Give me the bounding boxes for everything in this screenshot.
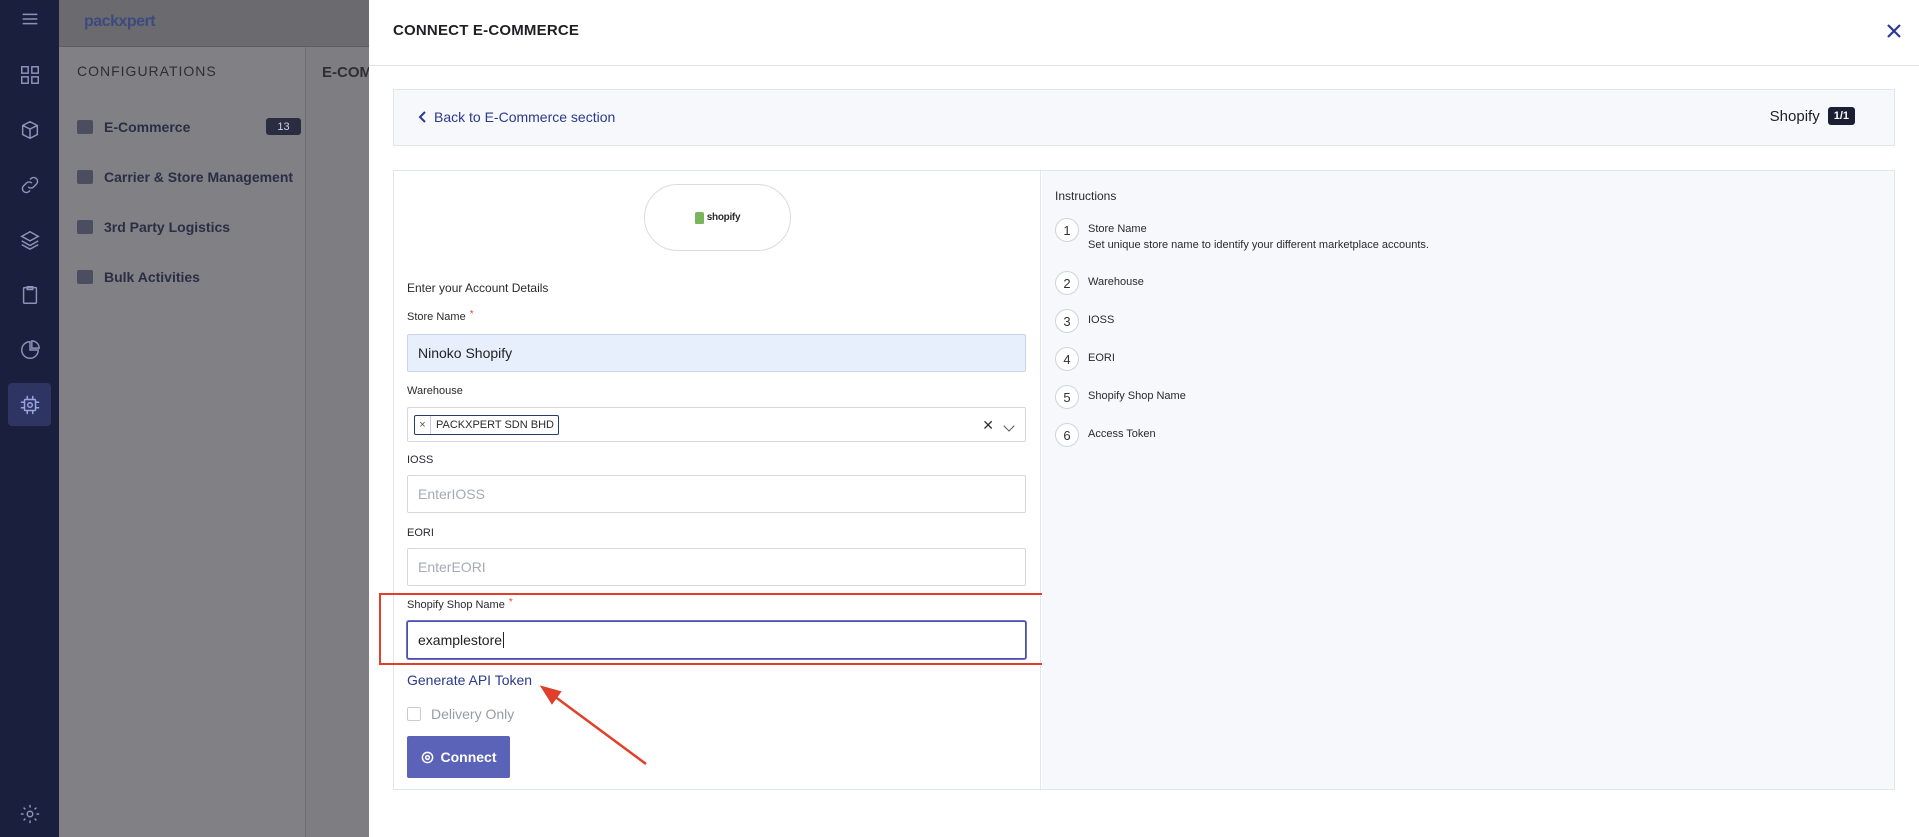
store-name-value: Ninoko Shopify: [418, 345, 513, 361]
connect-ecommerce-modal: CONNECT E-COMMERCE Back to E-Commerce se…: [369, 0, 1919, 837]
chevron-left-icon: [418, 111, 426, 123]
close-icon: [1887, 24, 1901, 38]
step-number: 5: [1055, 385, 1079, 409]
instruction-step: 4 EORI: [1055, 347, 1115, 371]
instructions-panel: Instructions 1 Store Name Set unique sto…: [1042, 171, 1894, 789]
ecommerce-icon: [77, 120, 93, 134]
platform-name: Shopify: [1769, 107, 1820, 125]
instruction-step: 3 IOSS: [1055, 309, 1114, 333]
layers-icon[interactable]: [17, 227, 42, 252]
step-number: 1: [1055, 218, 1079, 242]
required-marker: *: [508, 597, 513, 608]
platform-indicator: Shopify 1/1: [1770, 107, 1855, 125]
page-indicator-badge: 1/1: [1827, 107, 1855, 125]
dashboard-icon[interactable]: [17, 62, 42, 87]
app-logo: packxpert: [84, 13, 156, 30]
menu-icon[interactable]: [17, 6, 42, 31]
ioss-placeholder: EnterIOSS: [418, 486, 485, 502]
sidebar-item-label: Carrier & Store Management: [104, 169, 294, 185]
background-heading: E-COM: [322, 64, 372, 81]
eori-placeholder: EnterEORI: [418, 559, 486, 575]
pie-chart-icon[interactable]: [17, 337, 42, 362]
icon-rail: [0, 0, 59, 837]
connect-icon: [421, 751, 433, 763]
close-button[interactable]: [1883, 20, 1905, 42]
delivery-only-label: Delivery Only: [431, 706, 515, 722]
link-icon[interactable]: [17, 172, 42, 197]
generate-api-token-link[interactable]: Generate API Token: [407, 672, 532, 688]
connect-button[interactable]: Connect: [407, 736, 510, 778]
modal-title: CONNECT E-COMMERCE: [393, 22, 580, 39]
shopify-logo: shopify: [644, 184, 791, 251]
instruction-step: 1 Store Name Set unique store name to id…: [1055, 218, 1429, 251]
step-title: Warehouse: [1088, 276, 1144, 288]
sidebar-item-label: E-Commerce: [104, 119, 191, 135]
sidebar-item-carrier-store[interactable]: Carrier & Store Management: [77, 169, 293, 185]
sidebar-item-ecommerce[interactable]: E-Commerce: [77, 119, 190, 135]
bulk-icon: [77, 270, 93, 284]
settings-chip-icon[interactable]: [8, 383, 51, 426]
account-form: shopify Enter your Account Details Store…: [379, 171, 1052, 789]
truck-icon: [77, 220, 93, 234]
step-number: 6: [1055, 423, 1079, 447]
instructions-title: Instructions: [1055, 189, 1117, 203]
warehouse-select[interactable]: × PACKXPERT SDN BHD ✕: [407, 407, 1026, 442]
back-to-ecommerce-link[interactable]: Back to E-Commerce section: [418, 109, 615, 125]
chip-remove-icon[interactable]: ×: [415, 415, 431, 434]
delivery-only-checkbox[interactable]: [407, 707, 421, 721]
clear-icon[interactable]: ✕: [982, 417, 994, 434]
shopify-bag-icon: [694, 211, 704, 224]
connect-button-label: Connect: [440, 749, 497, 765]
text-caret: [503, 632, 505, 648]
store-name-input[interactable]: Ninoko Shopify: [407, 334, 1026, 372]
step-title: Shopify Shop Name: [1088, 390, 1186, 402]
warehouse-chip: × PACKXPERT SDN BHD: [414, 414, 559, 435]
ioss-label: IOSS: [407, 454, 434, 466]
form-section-title: Enter your Account Details: [407, 281, 549, 295]
step-number: 3: [1055, 309, 1079, 333]
warehouse-label: Warehouse: [407, 385, 463, 397]
sidebar-item-label: Bulk Activities: [104, 269, 200, 285]
sidebar-title: CONFIGURATIONS: [77, 63, 217, 79]
count-badge: 13: [266, 118, 301, 135]
modal-header: CONNECT E-COMMERCE: [369, 0, 1919, 66]
eori-input[interactable]: EnterEORI: [407, 548, 1026, 586]
gear-icon[interactable]: [17, 801, 42, 826]
box-icon[interactable]: [17, 117, 42, 142]
step-title: EORI: [1088, 352, 1115, 364]
store-name-label: Store Name *: [407, 309, 474, 323]
step-number: 2: [1055, 271, 1079, 295]
step-title: IOSS: [1088, 314, 1115, 326]
required-marker: *: [469, 309, 474, 320]
step-title: Store Name: [1088, 223, 1147, 235]
delivery-only-option[interactable]: Delivery Only: [407, 706, 514, 722]
step-title: Access Token: [1088, 428, 1156, 440]
sidebar-item-label: 3rd Party Logistics: [104, 219, 231, 235]
back-link-label: Back to E-Commerce section: [434, 109, 616, 125]
instruction-step: 5 Shopify Shop Name: [1055, 385, 1186, 409]
sidebar-item-3pl[interactable]: 3rd Party Logistics: [77, 219, 230, 235]
shop-name-label: Shopify Shop Name *: [407, 597, 513, 611]
back-bar: Back to E-Commerce section Shopify 1/1: [393, 89, 1895, 146]
instruction-step: 6 Access Token: [1055, 423, 1156, 447]
step-number: 4: [1055, 347, 1079, 371]
step-description: Set unique store name to identify your d…: [1088, 239, 1429, 251]
shop-name-label-text: Shopify Shop Name: [407, 599, 505, 611]
sidebar-item-bulk[interactable]: Bulk Activities: [77, 269, 200, 285]
shop-name-input[interactable]: examplestore: [407, 621, 1026, 659]
content-panel: shopify Enter your Account Details Store…: [379, 170, 1895, 790]
eori-label: EORI: [407, 527, 434, 539]
ioss-input[interactable]: EnterIOSS: [407, 475, 1026, 513]
store-name-label-text: Store Name: [407, 311, 466, 323]
truck-icon: [77, 170, 93, 184]
warehouse-chip-label: PACKXPERT SDN BHD: [436, 418, 554, 431]
clipboard-icon[interactable]: [17, 282, 42, 307]
chevron-down-icon[interactable]: [1003, 420, 1015, 432]
config-sidebar: [59, 47, 306, 837]
instruction-step: 2 Warehouse: [1055, 271, 1144, 295]
shopify-logo-text: shopify: [706, 212, 741, 223]
shop-name-value: examplestore: [418, 632, 503, 648]
